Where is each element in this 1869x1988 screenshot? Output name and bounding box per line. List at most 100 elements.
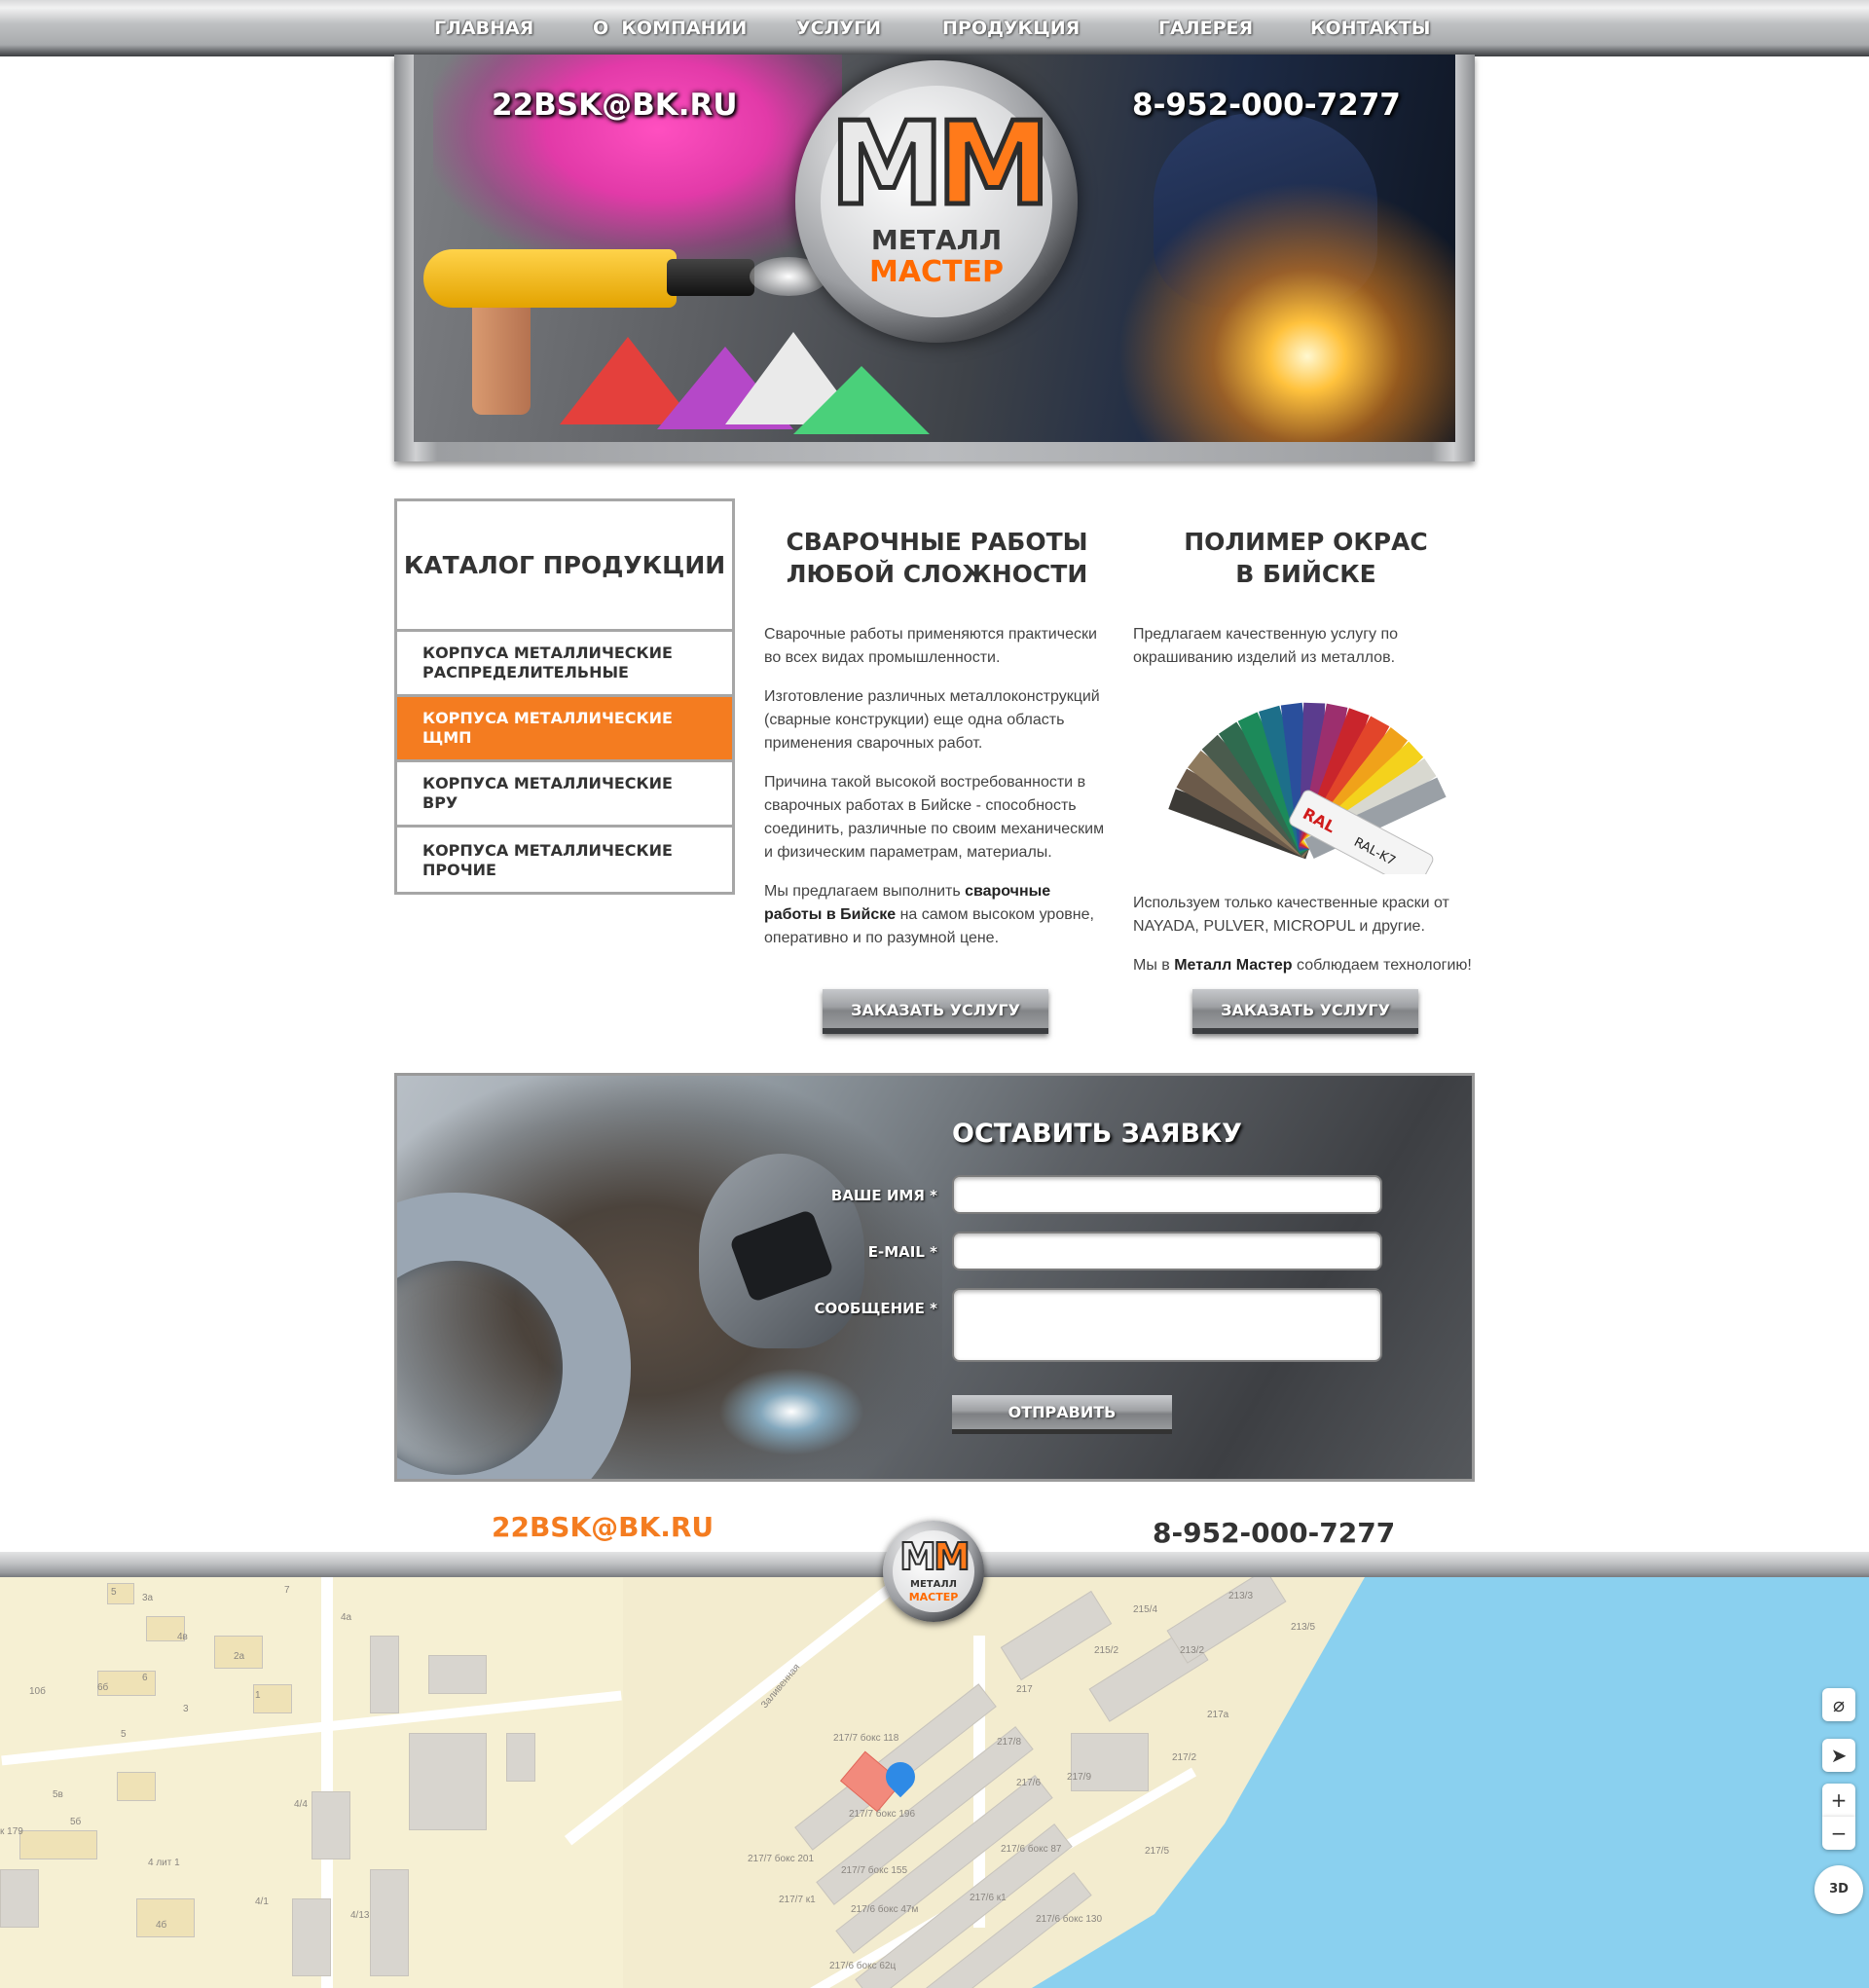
map-address: 215/2 — [1094, 1645, 1119, 1656]
polymer-p3-bold: Металл Мастер — [1174, 957, 1293, 974]
welding-paragraph-3: Причина такой высокой востребованности в… — [764, 774, 1105, 861]
map-address: 215/4 — [1133, 1604, 1158, 1615]
email-field[interactable] — [952, 1232, 1382, 1270]
welding-sparks — [1085, 152, 1455, 442]
map-address: 4в — [177, 1632, 188, 1642]
map-address: 217/6 к1 — [970, 1893, 1007, 1903]
welding-title-line1: СВАРОЧНЫЕ РАБОТЫ — [786, 528, 1088, 556]
catalog-sidebar: КАТАЛОГ ПРОДУКЦИИ КОРПУСА МЕТАЛЛИЧЕСКИЕ … — [394, 498, 735, 895]
map-address: 217 — [1016, 1684, 1033, 1695]
map-building — [136, 1898, 195, 1937]
catalog-item-shmp[interactable]: КОРПУСА МЕТАЛЛИЧЕСКИЕ ЩМП — [397, 697, 732, 762]
compass-icon[interactable]: 3D — [1814, 1865, 1863, 1914]
map-address: 3а — [142, 1593, 154, 1603]
message-field[interactable] — [952, 1288, 1382, 1362]
nav-item-contacts[interactable]: КОНТАКТЫ — [1310, 14, 1430, 43]
polymer-p3-pre: Мы в — [1133, 957, 1175, 974]
header-banner-frame: MM МЕТАЛЛ МАСТЕР 22BSK@BK.RU 8-952-000-7… — [394, 55, 1475, 461]
hand-image — [472, 298, 531, 415]
polymer-paragraph-2: Используем только качественные краски от… — [1133, 895, 1449, 935]
header-email[interactable]: 22BSK@BK.RU — [492, 88, 738, 123]
welding-service-column: СВАРОЧНЫЕ РАБОТЫ ЛЮБОЙ СЛОЖНОСТИ Сварочн… — [764, 526, 1110, 950]
footer-logo-mm: MM — [893, 1535, 974, 1578]
map-address: 6 — [142, 1673, 148, 1683]
map-address: 5 — [121, 1729, 127, 1740]
map-address: 5 — [111, 1587, 117, 1598]
map-address: 217/7 бокс 155 — [841, 1865, 908, 1876]
map-building — [117, 1772, 156, 1801]
map-address: 4/13 — [350, 1910, 370, 1921]
header-phone[interactable]: 8-952-000-7277 — [1132, 88, 1401, 123]
map-address: 2а — [234, 1651, 245, 1662]
location-map[interactable]: 5 3а 7 4а 4в 2а 6 6б 10б 3 1 5 5в 5б 4/4… — [0, 1577, 1869, 1988]
map-building — [370, 1869, 409, 1976]
map-address: 217/6 — [1016, 1778, 1042, 1788]
catalog-item-vru[interactable]: КОРПУСА МЕТАЛЛИЧЕСКИЕ ВРУ — [397, 762, 732, 828]
spray-gun-body — [423, 249, 677, 308]
footer-email[interactable]: 22BSK@BK.RU — [492, 1511, 714, 1543]
map-building — [0, 1869, 39, 1928]
map-address: 4 лит 1 — [148, 1858, 180, 1868]
map-address: 213/2 — [1180, 1645, 1205, 1656]
welding-p4-pre: Мы предлагаем выполнить — [764, 883, 966, 900]
welding-paragraph-2: Изготовление различных металлоконструкци… — [764, 688, 1100, 752]
logo-letter-right: M — [934, 96, 1052, 231]
submit-button[interactable]: ОТПРАВИТЬ — [952, 1395, 1172, 1434]
map-address: 7 — [284, 1585, 290, 1596]
map-address: 217/2 — [1172, 1752, 1197, 1763]
header-logo[interactable]: MM МЕТАЛЛ МАСТЕР — [795, 60, 1078, 343]
header-banner: MM МЕТАЛЛ МАСТЕР 22BSK@BK.RU 8-952-000-7… — [414, 55, 1455, 442]
catalog-item-other[interactable]: КОРПУСА МЕТАЛЛИЧЕСКИЕ ПРОЧИЕ — [397, 828, 732, 893]
ruler-icon[interactable]: ⌀ — [1822, 1688, 1855, 1721]
map-building — [428, 1655, 487, 1694]
logo-line-master: МАСТЕР — [868, 255, 1005, 289]
green-powder-pile — [793, 366, 930, 434]
map-address: 213/3 — [1228, 1591, 1254, 1601]
pink-paint-cloud — [433, 55, 842, 269]
welding-order-button[interactable]: ЗАКАЗАТЬ УСЛУГУ — [823, 989, 1048, 1034]
map-address: 217/7 бокс 201 — [748, 1854, 815, 1864]
map-address: 217/7 бокс 196 — [849, 1809, 916, 1820]
map-address: 4/4 — [294, 1799, 308, 1810]
top-nav-bar: ГЛАВНАЯ О КОМПАНИИ УСЛУГИ ПРОДУКЦИЯ ГАЛЕ… — [0, 0, 1869, 56]
nav-item-home[interactable]: ГЛАВНАЯ — [434, 14, 533, 43]
map-building — [292, 1898, 331, 1976]
map-building — [1071, 1733, 1149, 1791]
logo-line-metall: МЕТАЛЛ — [870, 224, 1003, 256]
map-building — [409, 1733, 487, 1830]
name-label: ВАШЕ ИМЯ * — [830, 1187, 937, 1204]
zoom-out-button[interactable]: − — [1822, 1817, 1855, 1850]
map-building — [506, 1733, 535, 1782]
polymer-title: ПОЛИМЕР ОКРАС В БИЙСКЕ — [1133, 526, 1479, 590]
map-address: 217/7 бокс 118 — [833, 1733, 899, 1744]
ral-color-fan-image: RAL RAL-K7 — [1168, 702, 1447, 874]
footer-phone[interactable]: 8-952-000-7277 — [1153, 1517, 1395, 1549]
footer-logo[interactable]: MM МЕТАЛЛ МАСТЕР — [883, 1521, 984, 1622]
map-address: 217/6 бокс 130 — [1036, 1914, 1103, 1925]
catalog-title: КАТАЛОГ ПРОДУКЦИИ — [397, 501, 732, 632]
polymer-paragraph-1: Предлагаем качественную услугу по окраши… — [1133, 626, 1399, 666]
catalog-item-distribution[interactable]: КОРПУСА МЕТАЛЛИЧЕСКИЕ РАСПРЕДЕЛИТЕЛЬНЫЕ — [397, 632, 732, 697]
nav-item-about[interactable]: О КОМПАНИИ — [593, 14, 747, 43]
footer-logo-line-master: МАСТЕР — [908, 1591, 959, 1603]
nav-item-gallery[interactable]: ГАЛЕРЕЯ — [1158, 14, 1253, 43]
nav-item-products[interactable]: ПРОДУКЦИЯ — [942, 14, 1080, 43]
map-address: 3 — [183, 1704, 189, 1714]
map-address: 217/6 бокс 47м — [851, 1904, 919, 1915]
map-building — [19, 1830, 97, 1859]
name-field[interactable] — [952, 1175, 1382, 1214]
map-address: 5в — [53, 1789, 63, 1800]
locate-icon[interactable]: ➤ — [1822, 1739, 1855, 1772]
nav-item-services[interactable]: УСЛУГИ — [796, 14, 881, 43]
zoom-in-button[interactable]: + — [1822, 1784, 1855, 1817]
polymer-order-button[interactable]: ЗАКАЗАТЬ УСЛУГУ — [1192, 989, 1418, 1034]
logo-letter-left: M — [827, 96, 946, 231]
map-address: 1 — [255, 1690, 261, 1701]
map-address: 4а — [341, 1612, 352, 1623]
map-address: 4/1 — [255, 1896, 269, 1907]
map-address: 4б — [156, 1920, 167, 1931]
email-label: E-MAIL * — [867, 1243, 937, 1261]
welding-title: СВАРОЧНЫЕ РАБОТЫ ЛЮБОЙ СЛОЖНОСТИ — [764, 526, 1110, 590]
logo-badge: MM МЕТАЛЛ МАСТЕР — [821, 86, 1053, 317]
footer-logo-letter-left: M — [898, 1535, 937, 1578]
